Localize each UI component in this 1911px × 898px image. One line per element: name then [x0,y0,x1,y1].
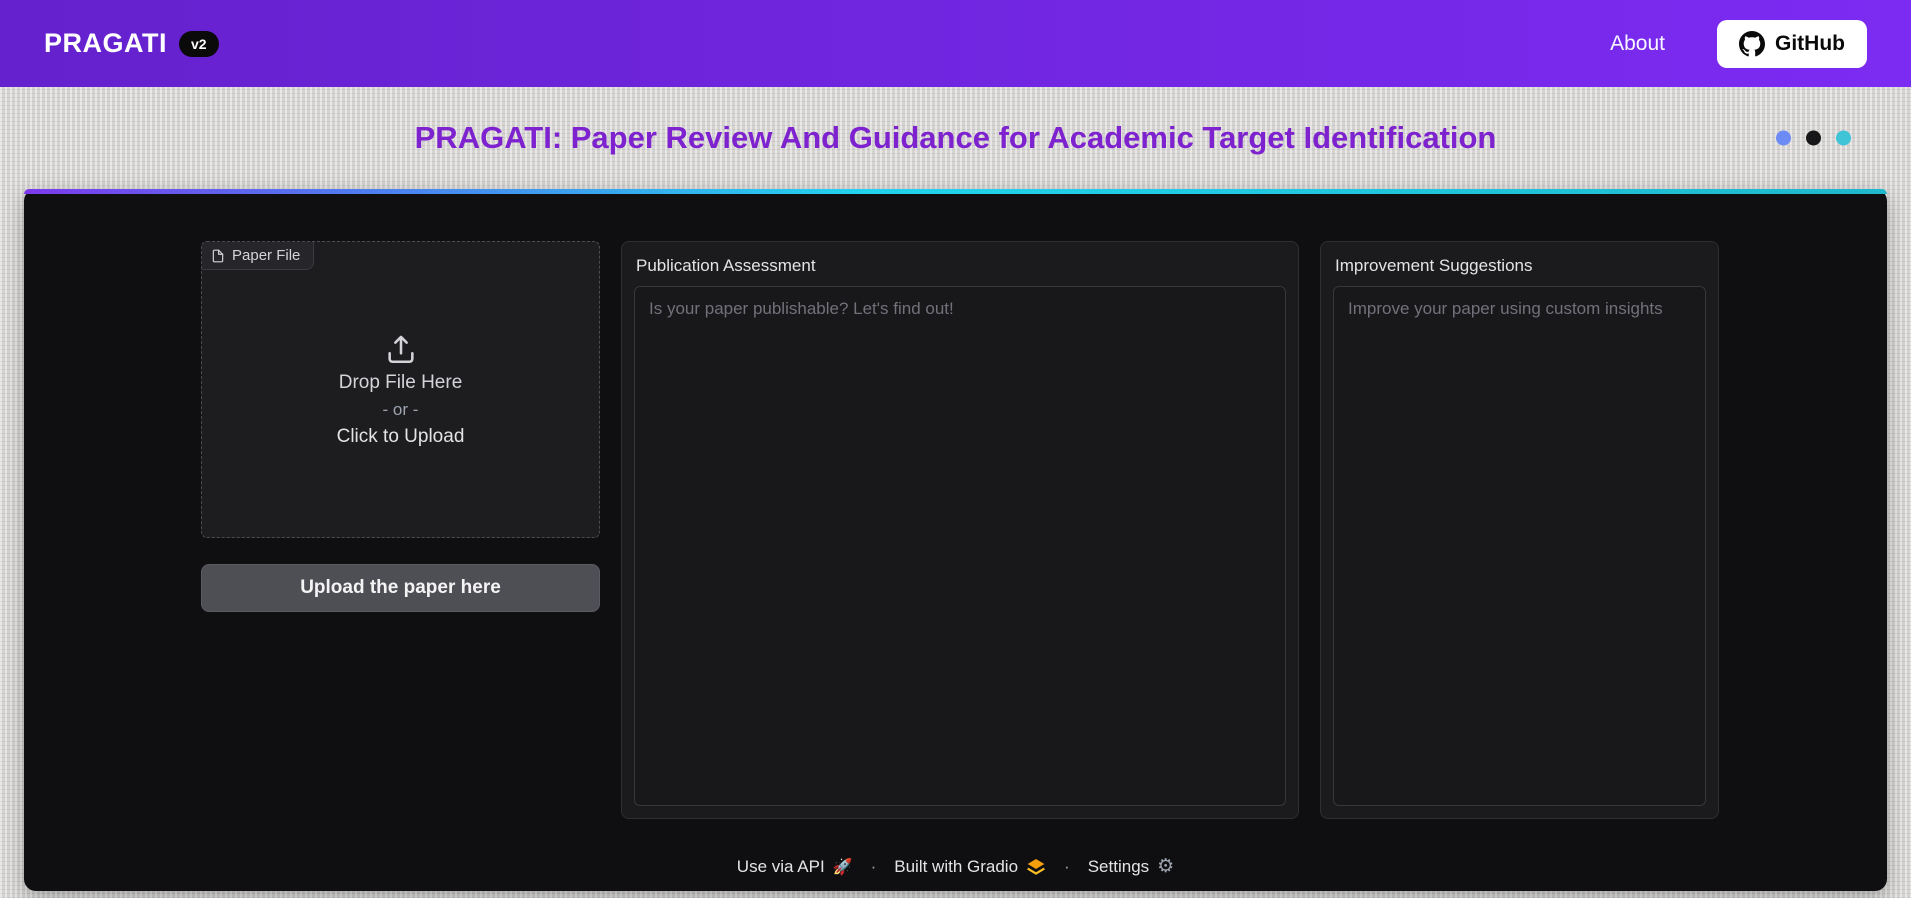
page-title: PRAGATI: Paper Review And Guidance for A… [414,120,1497,155]
nav-right: About GitHub [1610,19,1867,68]
built-with-gradio-link[interactable]: Built with Gradio [894,857,1046,877]
file-column: Paper File Drop File Here - or - Click t… [201,241,600,612]
built-with-gradio-label: Built with Gradio [894,856,1019,876]
file-label-text: Paper File [232,247,301,264]
or-text: - or - [382,399,419,419]
app-panel: Paper File Drop File Here - or - Click t… [24,189,1887,891]
file-icon [211,249,225,263]
brand: PRAGATI v2 [44,28,219,59]
navbar: PRAGATI v2 About GitHub [0,0,1911,87]
github-icon [1739,30,1766,57]
page: PRAGATI v2 About GitHub PRAGATI: Paper R… [0,0,1911,891]
upload-icon [384,332,418,366]
file-dropzone[interactable]: Paper File Drop File Here - or - Click t… [201,241,600,538]
settings-label: Settings [1087,856,1150,876]
assessment-label: Publication Assessment [636,256,816,275]
footer-separator: · [1064,856,1070,876]
assessment-textarea[interactable] [634,286,1286,806]
use-via-api-label: Use via API [736,856,825,876]
version-badge: v2 [179,30,219,57]
drop-file-text: Drop File Here [338,371,463,393]
github-button[interactable]: GitHub [1717,19,1867,68]
status-dots [1776,130,1851,146]
header: PRAGATI: Paper Review And Guidance for A… [0,87,1911,189]
suggestions-column: Improvement Suggestions [1320,241,1719,819]
footer-separator: · [870,856,877,876]
footer: Use via API 🚀 · Built with Gradio · Sett… [24,855,1887,878]
github-label: GitHub [1775,31,1845,55]
click-to-upload-text[interactable]: Click to Upload [337,426,465,448]
suggestions-label: Improvement Suggestions [1335,256,1533,275]
dot-cyan [1836,130,1851,146]
assessment-column: Publication Assessment [621,241,1299,819]
dot-black [1806,130,1821,146]
use-via-api-link[interactable]: Use via API 🚀 [737,857,853,877]
gear-icon: ⚙ [1157,856,1175,877]
panel-accent-bar [24,189,1887,194]
drop-area[interactable]: Drop File Here - or - Click to Upload [202,242,599,537]
settings-link[interactable]: Settings ⚙ [1088,855,1174,878]
brand-name: PRAGATI [44,28,167,58]
suggestions-box: Improvement Suggestions [1320,241,1719,819]
dot-blue [1776,130,1791,146]
upload-paper-button[interactable]: Upload the paper here [201,564,600,612]
gradio-logo-icon [1026,858,1046,875]
file-label: Paper File [202,242,315,270]
rocket-icon: 🚀 [832,858,853,876]
about-link[interactable]: About [1610,32,1665,56]
suggestions-textarea[interactable] [1333,286,1706,806]
assessment-box: Publication Assessment [621,241,1299,819]
